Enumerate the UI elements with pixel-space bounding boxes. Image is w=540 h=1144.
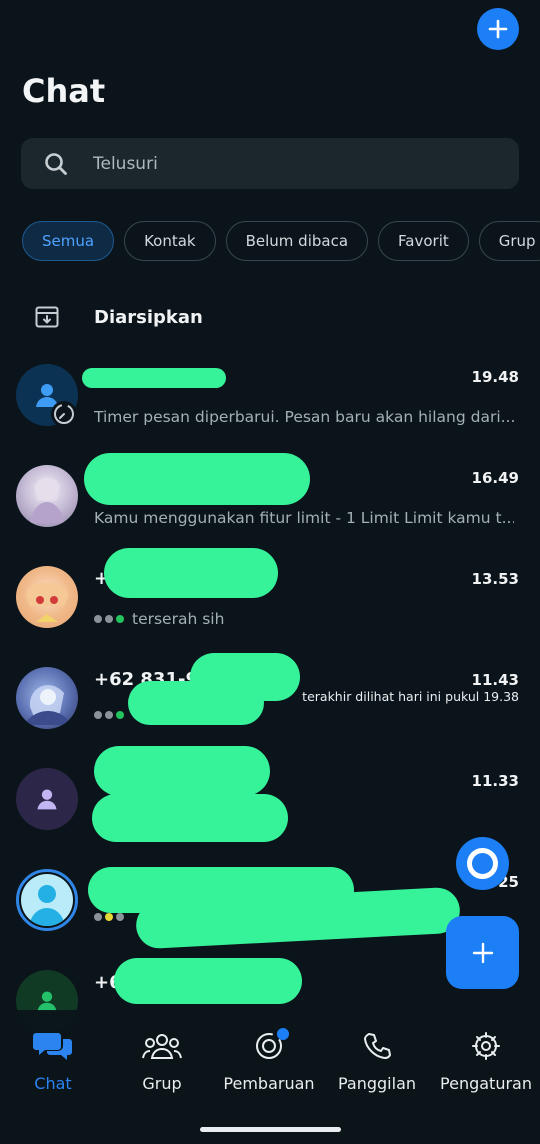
chat-time: 19.48: [471, 368, 519, 386]
nav-item-groups[interactable]: Grup: [107, 1028, 217, 1093]
nav-label-updates: Pembaruan: [223, 1074, 315, 1093]
chat-row[interactable]: 19.48 Timer pesan diperbarui. Pesan baru…: [0, 352, 540, 452]
filter-chip-groups[interactable]: Grup: [478, 221, 540, 261]
new-chat-button[interactable]: [477, 8, 519, 50]
nav-label-groups: Grup: [142, 1074, 182, 1093]
plus-icon: [488, 19, 508, 39]
phone-icon: [357, 1028, 397, 1064]
default-person-icon: [29, 885, 65, 926]
chat-preview-text: Kamu menggunakan fitur limit - 1 Limit L…: [94, 509, 514, 527]
nav-item-updates[interactable]: Pembaruan: [214, 1028, 324, 1093]
nav-item-settings[interactable]: Pengaturan: [431, 1028, 540, 1093]
chat-preview-text: terserah sih: [132, 610, 225, 628]
chat-preview: Timer pesan diperbarui. Pesan baru akan …: [94, 408, 514, 426]
presence-dots: [94, 711, 124, 719]
archived-label: Diarsipkan: [94, 306, 203, 328]
avatar: [16, 869, 78, 931]
redaction-mark: [114, 958, 302, 1004]
plus-icon: [472, 942, 493, 963]
chat-bubbles-icon: [33, 1028, 73, 1064]
chat-time: 13.53: [471, 570, 519, 588]
ring-icon: [467, 848, 498, 879]
chat-preview: Kamu menggunakan fitur limit - 1 Limit L…: [94, 509, 514, 527]
chat-row[interactable]: +62 831-9 11.43 terakhir dilihat hari in…: [0, 653, 540, 755]
redaction-mark: [92, 794, 288, 842]
avatar: [16, 667, 78, 729]
chat-row[interactable]: + 13.53 terserah sih: [0, 548, 540, 654]
search-bar[interactable]: [21, 138, 519, 189]
nav-label-settings: Pengaturan: [440, 1074, 532, 1093]
redaction-mark: [94, 746, 270, 796]
archived-row[interactable]: Diarsipkan: [0, 296, 540, 338]
chat-time: 11.33: [471, 772, 519, 790]
nav-label-calls: Panggilan: [337, 1074, 417, 1093]
nav-item-chat[interactable]: Chat: [0, 1028, 108, 1093]
archive-icon: [34, 304, 60, 330]
search-input[interactable]: [93, 153, 473, 174]
nav-label-chat: Chat: [34, 1074, 72, 1093]
updates-icon: [249, 1028, 289, 1064]
notification-badge: [277, 1028, 289, 1040]
avatar: [16, 465, 78, 527]
anime-boy-photo: [26, 582, 68, 622]
chat-row[interactable]: 16.49 Kamu menggunakan fitur limit - 1 L…: [0, 453, 540, 553]
redaction-mark: [82, 368, 226, 388]
presence-dots: [94, 913, 124, 921]
filter-chip-all[interactable]: Semua: [22, 221, 115, 261]
chat-row[interactable]: 11.33: [0, 746, 540, 856]
page-title: Chat: [22, 72, 106, 110]
filter-chip-favorites[interactable]: Favorit: [378, 221, 469, 261]
redaction-mark: [128, 681, 264, 725]
nav-item-calls[interactable]: Panggilan: [322, 1028, 432, 1093]
floating-action-circle-button[interactable]: [456, 837, 509, 890]
avatar: [16, 566, 78, 628]
gear-icon: [466, 1028, 506, 1064]
presence-dots: [94, 615, 124, 623]
filter-chips: Semua Kontak Belum dibaca Favorit Grup: [22, 221, 540, 263]
chat-time: 11.43: [471, 671, 519, 689]
chat-preview: terserah sih: [94, 610, 514, 628]
bottom-navigation: Chat Grup Pembaruan Panggilan Pengaturan: [0, 1010, 540, 1144]
chat-preview-text: Timer pesan diperbarui. Pesan baru akan …: [94, 408, 514, 426]
filter-chip-unread[interactable]: Belum dibaca: [225, 221, 369, 261]
chat-time: 16.49: [471, 469, 519, 487]
home-indicator: [200, 1127, 341, 1132]
last-seen-status: terakhir dilihat hari ini pukul 19.38: [302, 689, 519, 704]
redaction-mark: [84, 453, 310, 505]
disappearing-timer-icon: [51, 401, 77, 427]
anime-blue-photo: [24, 685, 72, 725]
default-person-icon: [37, 789, 57, 810]
anime-girl-photo: [30, 477, 64, 523]
search-icon: [43, 150, 71, 178]
group-icon: [142, 1028, 182, 1064]
filter-chip-contacts[interactable]: Kontak: [124, 221, 216, 261]
new-chat-fab[interactable]: [446, 916, 519, 989]
redaction-mark: [104, 548, 278, 598]
avatar: [16, 768, 78, 830]
